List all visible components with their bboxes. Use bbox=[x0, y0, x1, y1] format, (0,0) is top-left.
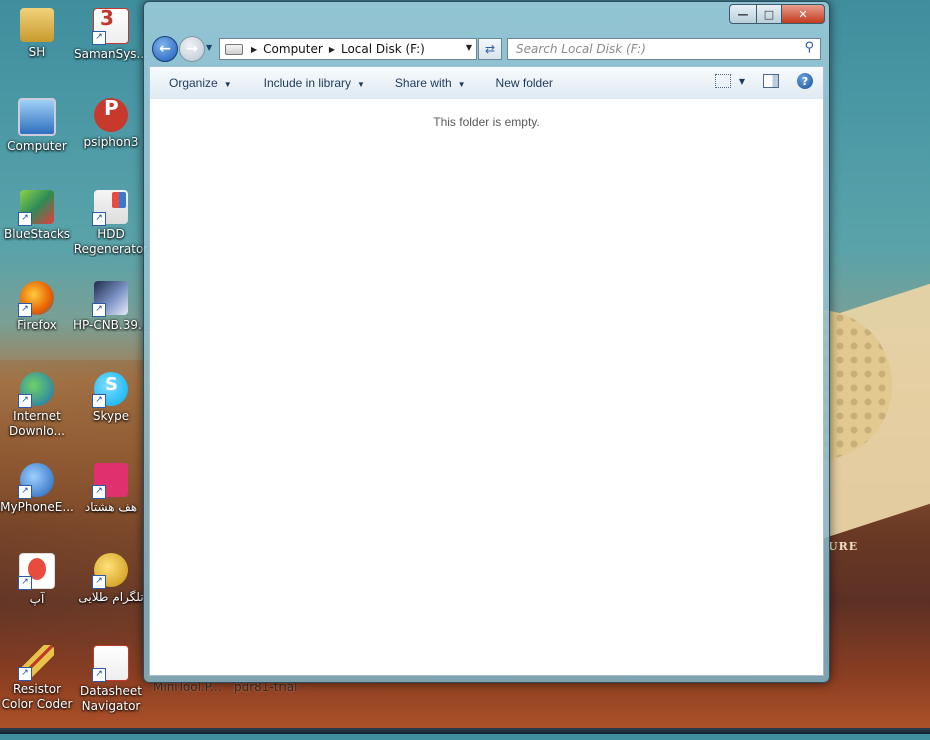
command-bar: Organize ▼ Include in library ▼ Share with… bbox=[149, 66, 824, 100]
breadcrumb-separator-icon[interactable]: ▶ bbox=[251, 45, 257, 54]
search-input[interactable] bbox=[514, 41, 798, 57]
shortcut-arrow-icon: ↗ bbox=[92, 212, 106, 226]
golden-telegram-icon: ↗ bbox=[92, 553, 128, 589]
address-history-chevron-down-icon[interactable]: ▼ bbox=[466, 43, 472, 52]
preview-pane-icon[interactable] bbox=[763, 74, 779, 88]
refresh-button[interactable]: ⇄ bbox=[478, 38, 502, 60]
breadcrumb-local-disk[interactable]: Local Disk (F:) bbox=[341, 42, 425, 56]
chevron-down-icon: ▼ bbox=[357, 80, 365, 89]
organize-menu[interactable]: Organize ▼ bbox=[167, 72, 234, 94]
share-with-label: Share with bbox=[394, 76, 452, 90]
include-in-library-menu[interactable]: Include in library ▼ bbox=[262, 72, 367, 94]
shortcut-arrow-icon: ↗ bbox=[18, 303, 32, 317]
toolbar-right-controls: ▼ ? bbox=[714, 73, 813, 89]
shortcut-arrow-icon: ↗ bbox=[18, 485, 32, 499]
desktop-icon-bluestacks[interactable]: ↗ BlueStacks bbox=[0, 190, 75, 242]
breadcrumb-separator-icon[interactable]: ▶ bbox=[329, 45, 335, 54]
breadcrumb-computer[interactable]: Computer bbox=[263, 42, 323, 56]
desktop-icon-psiphon3[interactable]: P psiphon3 bbox=[73, 98, 149, 150]
hp-cnb-icon: ↗ bbox=[92, 281, 128, 317]
forward-arrow-icon: → bbox=[186, 41, 198, 57]
desktop-icon-myphoneexplorer[interactable]: ↗ MyPhoneE... bbox=[0, 463, 75, 515]
drive-icon bbox=[225, 43, 243, 55]
skype-icon: S ↗ bbox=[92, 372, 128, 408]
search-icon[interactable]: ⚲ bbox=[804, 40, 814, 55]
maximize-icon: □ bbox=[763, 7, 775, 21]
recent-pages-chevron-down-icon[interactable]: ▼ bbox=[206, 43, 212, 52]
chevron-down-icon: ▼ bbox=[223, 80, 232, 89]
forward-button[interactable]: → bbox=[179, 36, 205, 62]
bluestacks-icon: ↗ bbox=[18, 190, 54, 226]
minimize-icon: — bbox=[737, 7, 749, 21]
desktop-icon-haft-hashtad[interactable]: ↗ هف هشتاد bbox=[73, 463, 149, 515]
shortcut-arrow-icon: ↗ bbox=[92, 303, 106, 317]
taskbar[interactable] bbox=[0, 728, 930, 734]
haft-hashtad-icon: ↗ bbox=[92, 463, 128, 499]
shortcut-arrow-icon: ↗ bbox=[92, 575, 106, 589]
minimize-button[interactable]: — bbox=[729, 4, 757, 24]
desktop-icon-skype[interactable]: S ↗ Skype bbox=[73, 372, 149, 424]
address-bar[interactable]: ▶ Computer ▶ Local Disk (F:) ▼ bbox=[219, 38, 477, 60]
internet-download-manager-icon: ↗ bbox=[18, 372, 54, 408]
shortcut-arrow-icon: ↗ bbox=[18, 394, 32, 408]
include-in-library-label: Include in library bbox=[263, 76, 351, 90]
shortcut-arrow-icon: ↗ bbox=[18, 576, 32, 590]
desktop-icon-datasheet-navigator[interactable]: ↗ Datasheet Navigator bbox=[73, 645, 149, 714]
computer-icon bbox=[18, 98, 56, 136]
explorer-window: — □ ✕ ← → ▼ ▶ Computer ▶ Local Disk (F:)… bbox=[143, 1, 830, 683]
samansys-icon: 3 ↗ bbox=[92, 8, 129, 45]
new-folder-button[interactable]: New folder bbox=[494, 72, 555, 94]
navigation-bar: ← → ▼ ▶ Computer ▶ Local Disk (F:) ▼ ⇄ ⚲ bbox=[150, 36, 825, 62]
shortcut-arrow-icon: ↗ bbox=[92, 31, 106, 45]
desktop-icon-samansys[interactable]: 3 ↗ SamanSys... bbox=[73, 8, 149, 62]
organize-label: Organize bbox=[169, 76, 218, 90]
search-box[interactable]: ⚲ bbox=[507, 38, 821, 60]
change-view-icon[interactable] bbox=[714, 74, 731, 88]
file-list-area[interactable]: This folder is empty. bbox=[149, 99, 824, 676]
desktop-icon-app[interactable]: ↗ آپ bbox=[0, 553, 75, 607]
share-with-menu[interactable]: Share with ▼ bbox=[393, 72, 468, 94]
psiphon-icon: P bbox=[94, 98, 128, 132]
desktop-icon-hp-cnb[interactable]: ↗ HP-CNB.39... bbox=[73, 281, 149, 333]
help-icon[interactable]: ? bbox=[797, 73, 813, 89]
close-button[interactable]: ✕ bbox=[781, 4, 825, 24]
back-arrow-icon: ← bbox=[159, 41, 171, 57]
back-button[interactable]: ← bbox=[152, 36, 178, 62]
app-icon: ↗ bbox=[18, 553, 55, 590]
window-controls: — □ ✕ bbox=[729, 4, 825, 24]
empty-folder-message: This folder is empty. bbox=[433, 115, 540, 129]
resistor-icon: ↗ bbox=[18, 645, 54, 681]
desktop-icon-computer[interactable]: Computer bbox=[0, 98, 75, 154]
desktop-icon-hdd-regenerator[interactable]: ↗ HDD Regenerator bbox=[73, 190, 149, 257]
hdd-regenerator-icon: ↗ bbox=[92, 190, 128, 226]
shortcut-arrow-icon: ↗ bbox=[18, 667, 32, 681]
myphoneexplorer-icon: ↗ bbox=[18, 463, 54, 499]
chevron-down-icon: ▼ bbox=[457, 80, 466, 89]
refresh-icon: ⇄ bbox=[484, 42, 496, 56]
desktop-icon-firefox[interactable]: ↗ Firefox bbox=[0, 281, 75, 333]
wallpaper-text: URE bbox=[828, 540, 859, 553]
shortcut-arrow-icon: ↗ bbox=[92, 394, 106, 408]
desktop-icon-internet-download-manager[interactable]: ↗ Internet Downlo... bbox=[0, 372, 75, 439]
close-icon: ✕ bbox=[798, 7, 808, 21]
user-folder-icon bbox=[20, 8, 54, 42]
view-options-chevron-down-icon[interactable]: ▼ bbox=[739, 77, 745, 86]
desktop-icon-sh[interactable]: SH bbox=[0, 8, 75, 60]
datasheet-navigator-icon: ↗ bbox=[92, 645, 129, 682]
shortcut-arrow-icon: ↗ bbox=[18, 212, 32, 226]
desktop-icon-golden-telegram[interactable]: ↗ تلگرام طلایی bbox=[73, 553, 149, 605]
shortcut-arrow-icon: ↗ bbox=[92, 668, 106, 682]
maximize-button[interactable]: □ bbox=[757, 4, 781, 24]
desktop-icon-resistor-color-coder[interactable]: ↗ Resistor Color Coder bbox=[0, 645, 75, 712]
shortcut-arrow-icon: ↗ bbox=[92, 485, 106, 499]
firefox-icon: ↗ bbox=[18, 281, 54, 317]
